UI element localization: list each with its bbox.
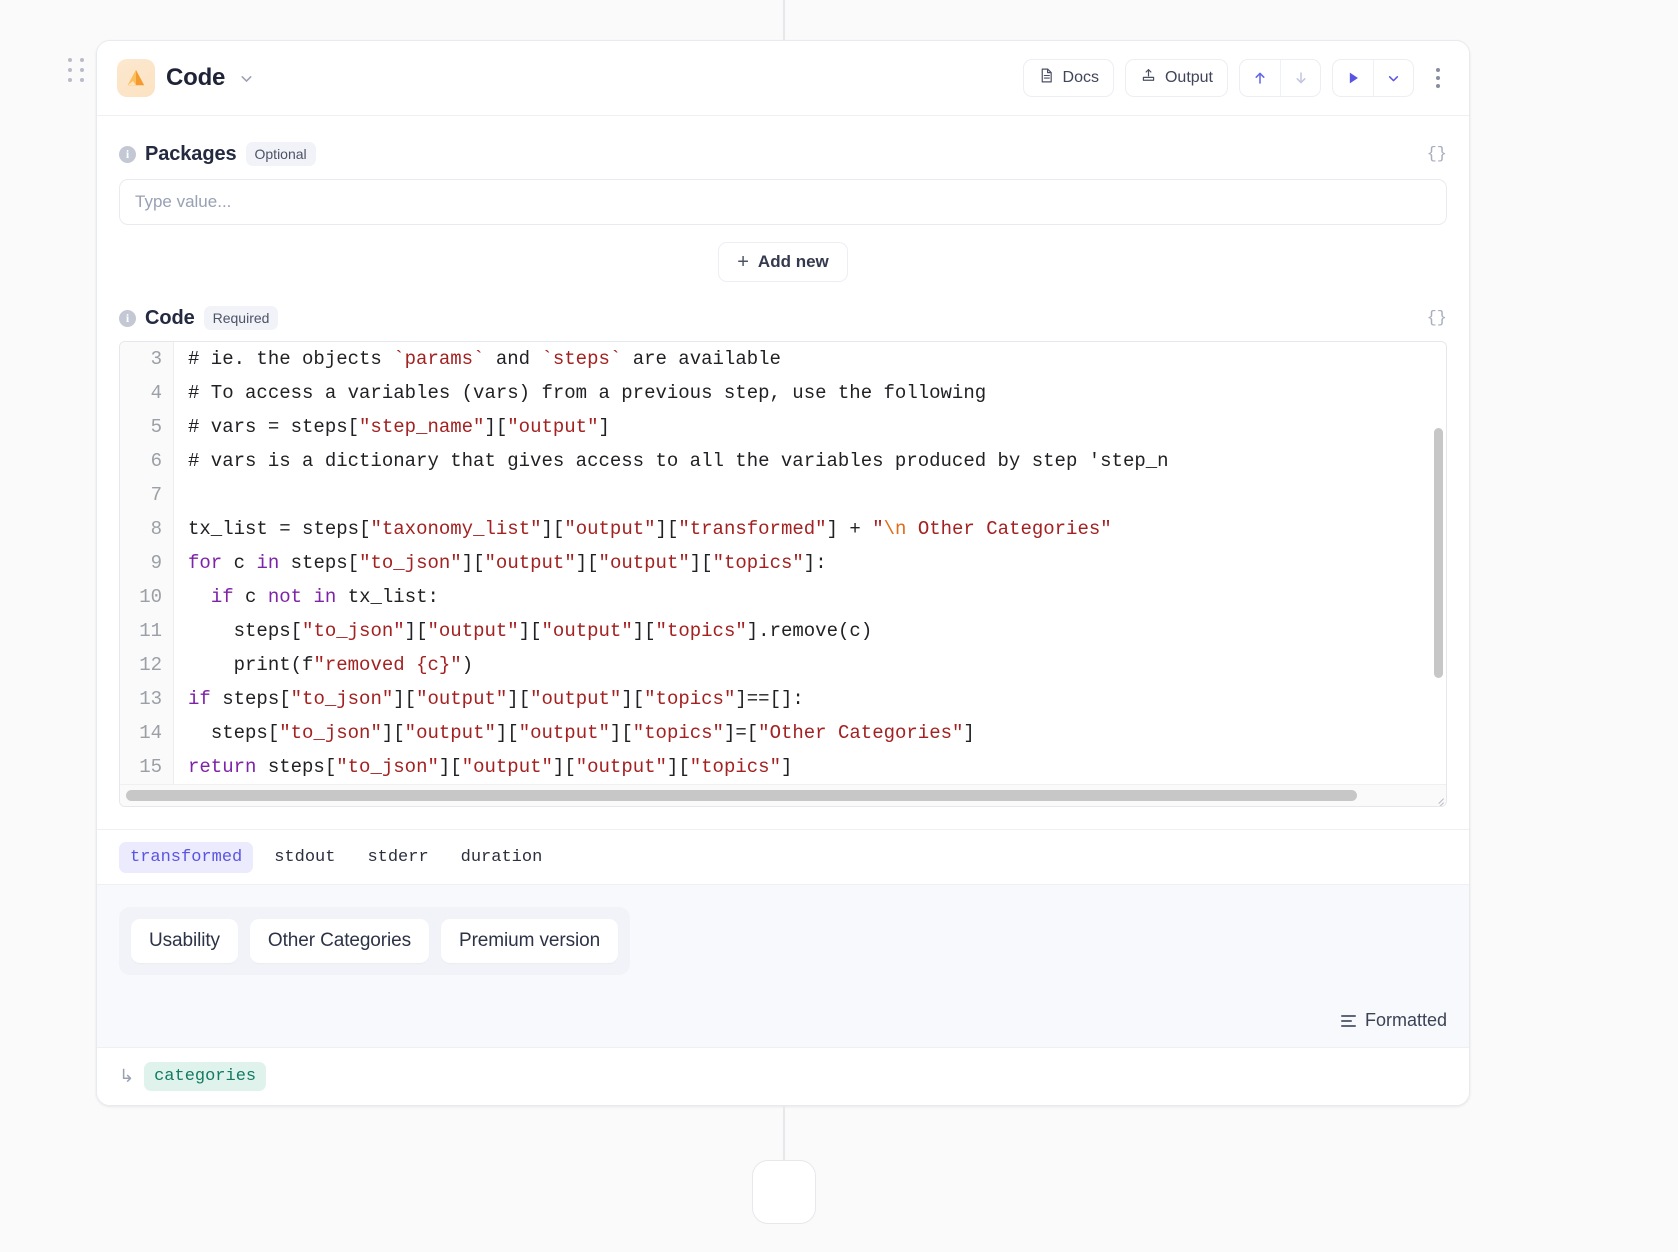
code-braces-icon[interactable]: {}	[1427, 309, 1447, 328]
card-header-actions: Docs Output	[1022, 59, 1451, 97]
flow-connector-top	[783, 0, 785, 40]
line-number: 6	[150, 450, 162, 472]
next-node-stub[interactable]	[752, 1160, 816, 1224]
line-number: 14	[139, 722, 162, 744]
code-horizontal-scrollbar-thumb[interactable]	[126, 790, 1357, 801]
packages-input-placeholder: Type value...	[135, 192, 232, 211]
line-number: 3	[150, 348, 162, 370]
output-button[interactable]: Output	[1124, 59, 1228, 97]
packages-label: Packages	[145, 142, 237, 165]
output-tab-transformed[interactable]: transformed	[119, 842, 254, 873]
add-new-button[interactable]: + Add new	[718, 242, 848, 282]
code-editor-viewport: 3 4 5 6 7 8 9 10 11 12 13 14 15 # ie. the objects `p…	[120, 342, 1446, 784]
card-header-left: Code	[117, 59, 255, 97]
line-number: 15	[139, 756, 162, 778]
card-header: Code Docs Output	[97, 41, 1469, 116]
run-segmented-control	[1332, 59, 1414, 97]
card-body: i Packages Optional {} Type value... + A…	[97, 116, 1469, 1047]
output-tab-stderr[interactable]: stderr	[356, 842, 439, 873]
document-icon	[1038, 67, 1055, 89]
packages-optional-badge: Optional	[245, 142, 316, 166]
orange-triangle-logo-icon	[117, 59, 155, 97]
formatted-toggle[interactable]: Formatted	[1340, 1010, 1447, 1031]
result-chip: Usability	[131, 919, 238, 963]
code-step-card: Code Docs Output i Packages Optional {} …	[96, 40, 1470, 1106]
plus-icon: +	[737, 251, 749, 273]
arrow-return-icon: ↳	[119, 1066, 135, 1087]
code-vertical-scrollbar[interactable]	[1434, 428, 1443, 678]
code-horizontal-scrollbar[interactable]	[120, 784, 1446, 806]
line-number: 11	[139, 620, 162, 642]
line-number: 9	[150, 552, 162, 574]
line-number: 7	[150, 484, 162, 506]
run-options-chevron-down-icon[interactable]	[1373, 60, 1413, 96]
list-lines-icon	[1340, 1014, 1356, 1027]
kebab-menu-icon[interactable]	[1425, 59, 1451, 97]
line-number: 5	[150, 416, 162, 438]
output-tab-stdout[interactable]: stdout	[263, 842, 346, 873]
line-number: 13	[139, 688, 162, 710]
output-export-icon	[1140, 67, 1157, 89]
move-step-segmented-control	[1239, 59, 1321, 97]
line-number: 10	[139, 586, 162, 608]
formatted-label: Formatted	[1364, 1010, 1447, 1030]
result-chip: Other Categories	[249, 919, 429, 963]
arrow-down-icon[interactable]	[1280, 60, 1320, 96]
output-variable-row: ↳ categories	[97, 1047, 1469, 1105]
code-text-area[interactable]: # ie. the objects `params` and `steps` a…	[174, 342, 1446, 784]
chevron-down-icon[interactable]	[238, 70, 255, 87]
packages-braces-icon[interactable]: {}	[1427, 145, 1447, 164]
output-button-label: Output	[1164, 69, 1213, 86]
output-tab-duration[interactable]: duration	[450, 842, 554, 873]
code-editor[interactable]: 3 4 5 6 7 8 9 10 11 12 13 14 15 # ie. the objects `p…	[119, 341, 1447, 807]
output-variable-chip[interactable]: categories	[144, 1062, 267, 1091]
output-tabs: transformed stdout stderr duration	[97, 829, 1469, 884]
info-icon[interactable]: i	[119, 145, 136, 163]
play-icon[interactable]	[1333, 60, 1373, 96]
line-number: 8	[150, 518, 162, 540]
code-label-row: i Code Required {}	[97, 286, 1469, 341]
line-number: 12	[139, 654, 162, 676]
docs-button[interactable]: Docs	[1022, 59, 1114, 97]
flow-connector-bottom	[783, 1106, 785, 1166]
line-number: 4	[150, 382, 162, 404]
packages-input[interactable]: Type value...	[119, 179, 1447, 225]
drag-handle[interactable]	[66, 57, 86, 83]
page-title: Code	[166, 64, 226, 91]
result-chip: Premium version	[441, 919, 619, 963]
add-new-label: Add new	[757, 252, 829, 271]
code-required-badge: Required	[203, 306, 279, 330]
code-label: Code	[145, 306, 195, 329]
docs-button-label: Docs	[1062, 69, 1099, 86]
arrow-up-icon[interactable]	[1240, 60, 1280, 96]
add-new-row: + Add new	[97, 225, 1469, 286]
result-panel: Usability Other Categories Premium version…	[97, 884, 1469, 1047]
result-chips: Usability Other Categories Premium version	[119, 907, 631, 975]
line-number-gutter: 3 4 5 6 7 8 9 10 11 12 13 14 15	[120, 342, 174, 784]
info-icon[interactable]: i	[119, 309, 136, 327]
packages-label-row: i Packages Optional {}	[97, 116, 1469, 179]
